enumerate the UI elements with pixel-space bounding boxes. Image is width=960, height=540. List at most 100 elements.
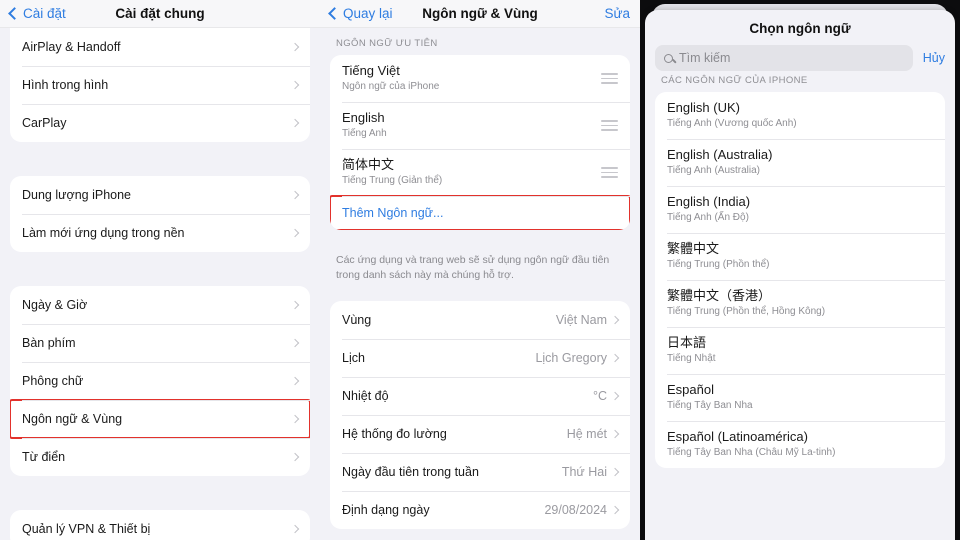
sheet-scroll-area[interactable]: CÁC NGÔN NGỮ CỦA IPHONE English (UK) Tiế… (645, 71, 955, 531)
row-region[interactable]: Vùng Việt Nam (330, 301, 630, 339)
sidebar-item-carplay[interactable]: CarPlay (10, 104, 310, 142)
row-value: °C (592, 389, 607, 404)
row-label: Ngày & Giờ (22, 298, 88, 312)
language-subtitle: Tiếng Nhật (667, 353, 716, 365)
select-language-sheet: Chọn ngôn ngữ Tìm kiếm Hủy CÁC NGÔN NGỮ … (645, 10, 955, 540)
list-item[interactable]: English Tiếng Anh (330, 102, 630, 149)
language-subtitle: Tiếng Tây Ban Nha (Châu Mỹ La-tinh) (667, 447, 836, 459)
list-item[interactable]: English (Australia) Tiếng Anh (Australia… (655, 139, 945, 186)
sidebar-item-date-time[interactable]: Ngày & Giờ (10, 286, 310, 324)
row-label: Quản lý VPN & Thiết bị (22, 522, 151, 536)
chevron-right-icon (610, 506, 620, 515)
chevron-right-icon (610, 316, 620, 325)
panel-language-region: Quay lại Ngôn ngữ & Vùng Sửa NGÔN NGỮ ƯU… (320, 0, 640, 540)
sidebar-item-dictionary[interactable]: Từ điển (10, 438, 310, 476)
sidebar-item-language-region[interactable]: Ngôn ngữ & Vùng (10, 399, 310, 439)
cancel-button[interactable]: Hủy (921, 51, 947, 65)
language-subtitle: Tiếng Trung (Giản thể) (342, 175, 443, 187)
middle-navbar: Quay lại Ngôn ngữ & Vùng Sửa (320, 0, 640, 28)
sidebar-item-fonts[interactable]: Phông chữ (10, 362, 310, 400)
preferred-languages-group: Tiếng Việt Ngôn ngữ của iPhone English T… (330, 55, 630, 230)
row-label: Hệ thống đo lường (342, 427, 447, 442)
chevron-right-icon (610, 354, 620, 363)
chevron-right-icon (290, 228, 300, 238)
row-label: Dung lượng iPhone (22, 188, 131, 202)
sidebar-item-keyboard[interactable]: Bàn phím (10, 324, 310, 362)
row-label: Vùng (342, 313, 372, 328)
list-item[interactable]: 日本語 Tiếng Nhật (655, 327, 945, 374)
row-label: Lịch (342, 351, 365, 366)
list-item[interactable]: 简体中文 Tiếng Trung (Giản thể) (330, 149, 630, 196)
sidebar-item-background-app-refresh[interactable]: Làm mới ứng dụng trong nền (10, 214, 310, 252)
chevron-right-icon (290, 190, 300, 200)
iphone-languages-header: CÁC NGÔN NGỮ CỦA IPHONE (661, 75, 808, 86)
language-subtitle: Tiếng Anh (Australia) (667, 165, 761, 177)
language-name: Español (Latinoamérica) (667, 429, 808, 445)
row-label: CarPlay (22, 116, 67, 130)
reorder-handle-icon[interactable] (601, 120, 618, 131)
add-language-label: Thêm Ngôn ngữ... (342, 206, 444, 220)
region-settings-group: Vùng Việt Nam Lịch Lịch Gregory Nhiệt độ… (330, 301, 630, 530)
search-bar: Tìm kiếm Hủy (645, 45, 955, 71)
back-button[interactable]: Quay lại (328, 6, 393, 21)
chevron-right-icon (290, 80, 300, 90)
back-to-settings-button[interactable]: Cài đặt (8, 6, 66, 21)
row-date-format[interactable]: Định dạng ngày 29/08/2024 (330, 491, 630, 529)
language-name: 简体中文 (342, 157, 395, 173)
edit-button[interactable]: Sửa (604, 6, 630, 21)
chevron-right-icon (290, 376, 300, 386)
row-value: Thứ Hai (561, 465, 607, 480)
back-label: Quay lại (343, 6, 393, 21)
search-icon (664, 53, 673, 63)
list-item[interactable]: 繁體中文 Tiếng Trung (Phồn thể) (655, 233, 945, 280)
row-first-day-of-week[interactable]: Ngày đầu tiên trong tuần Thứ Hai (330, 453, 630, 491)
list-item[interactable]: English (UK) Tiếng Anh (Vương quốc Anh) (655, 92, 945, 139)
add-language-button[interactable]: Thêm Ngôn ngữ... (330, 195, 630, 230)
preferred-languages-footer: Các ứng dụng và trang web sẽ sử dụng ngô… (336, 254, 610, 282)
settings-group-vpn: Quản lý VPN & Thiết bị (10, 510, 310, 540)
row-label: Nhiệt độ (342, 389, 389, 404)
sidebar-item-vpn-device-management[interactable]: Quản lý VPN & Thiết bị (10, 510, 310, 540)
language-subtitle: Tiếng Anh (Vương quốc Anh) (667, 118, 797, 130)
chevron-right-icon (610, 430, 620, 439)
chevron-left-icon (328, 7, 341, 20)
sidebar-item-iphone-storage[interactable]: Dung lượng iPhone (10, 176, 310, 214)
row-label: Phông chữ (22, 374, 84, 388)
left-scroll-area[interactable]: AirPlay & Handoff Hình trong hình CarPla… (0, 28, 320, 540)
list-item[interactable]: Español (Latinoamérica) Tiếng Tây Ban Nh… (655, 421, 945, 468)
chevron-right-icon (290, 338, 300, 348)
language-name: Español (667, 382, 714, 398)
sidebar-item-picture-in-picture[interactable]: Hình trong hình (10, 66, 310, 104)
row-label: Định dạng ngày (342, 503, 430, 518)
list-item[interactable]: Tiếng Việt Ngôn ngữ của iPhone (330, 55, 630, 102)
row-value: Lịch Gregory (535, 351, 607, 366)
reorder-handle-icon[interactable] (601, 73, 618, 84)
panel-general-settings: Cài đặt Cài đặt chung AirPlay & Handoff … (0, 0, 320, 540)
row-calendar[interactable]: Lịch Lịch Gregory (330, 339, 630, 377)
reorder-handle-icon[interactable] (601, 167, 618, 178)
chevron-right-icon (290, 524, 300, 534)
chevron-right-icon (610, 392, 620, 401)
language-name: English (UK) (667, 100, 740, 116)
row-temperature[interactable]: Nhiệt độ °C (330, 377, 630, 415)
language-name: English (Australia) (667, 147, 773, 163)
sidebar-item-airplay-handoff[interactable]: AirPlay & Handoff (10, 28, 310, 66)
settings-group-storage: Dung lượng iPhone Làm mới ứng dụng trong… (10, 176, 310, 252)
row-label: Ngày đầu tiên trong tuần (342, 465, 479, 480)
list-item[interactable]: Español Tiếng Tây Ban Nha (655, 374, 945, 421)
chevron-right-icon (290, 118, 300, 128)
search-input[interactable]: Tìm kiếm (655, 45, 913, 71)
chevron-right-icon (290, 452, 300, 462)
row-measurement-system[interactable]: Hệ thống đo lường Hệ mét (330, 415, 630, 453)
language-name: Tiếng Việt (342, 63, 400, 79)
list-item[interactable]: 繁體中文（香港） Tiếng Trung (Phồn thể, Hồng Kôn… (655, 280, 945, 327)
language-subtitle: Tiếng Trung (Phồn thể, Hồng Kông) (667, 306, 826, 318)
row-label: AirPlay & Handoff (22, 40, 121, 54)
list-item[interactable]: English (India) Tiếng Anh (Ấn Độ) (655, 186, 945, 233)
middle-scroll-area[interactable]: NGÔN NGỮ ƯU TIÊN Tiếng Việt Ngôn ngữ của… (320, 28, 640, 540)
preferred-languages-header: NGÔN NGỮ ƯU TIÊN (336, 38, 438, 49)
chevron-left-icon (8, 7, 21, 20)
row-value: Việt Nam (555, 313, 607, 328)
